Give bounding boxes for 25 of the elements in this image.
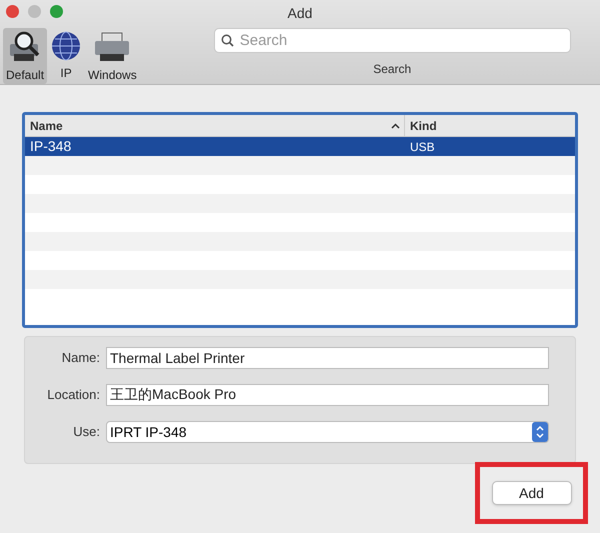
minimize-button[interactable] [28,5,41,18]
search-icon [220,34,234,47]
field-label: Use: [72,423,101,442]
use-dropdown[interactable]: IPRT IP-348 [106,421,549,443]
sort-icon [391,122,400,128]
add-button[interactable]: Add [492,481,572,505]
close-button[interactable] [6,5,19,18]
toolbar-tab[interactable]: Default [3,28,48,84]
table-row[interactable]: IP-348 USB [25,137,575,156]
column-header[interactable]: Kind [405,115,575,136]
text-field[interactable]: Thermal Label Printer [106,347,549,369]
toolbar-tab[interactable]: IP [47,28,86,84]
table-cell-text: IP-348 [29,137,72,156]
zoom-button[interactable] [50,5,63,18]
search-label: Search [373,61,412,78]
column-header[interactable]: Name [25,115,405,136]
table-cell-text: USB [409,138,435,156]
globe-icon [50,30,82,62]
window-title: Add [288,4,312,23]
stepper-arrows-icon [532,422,548,442]
search-field[interactable]: Search [214,28,571,53]
field-label: Location: [46,386,101,404]
text-field[interactable]: 王卫的MacBook Pro [106,384,549,406]
field-label: Name: [60,349,101,368]
toolbar-tab[interactable]: Windows [85,28,140,84]
